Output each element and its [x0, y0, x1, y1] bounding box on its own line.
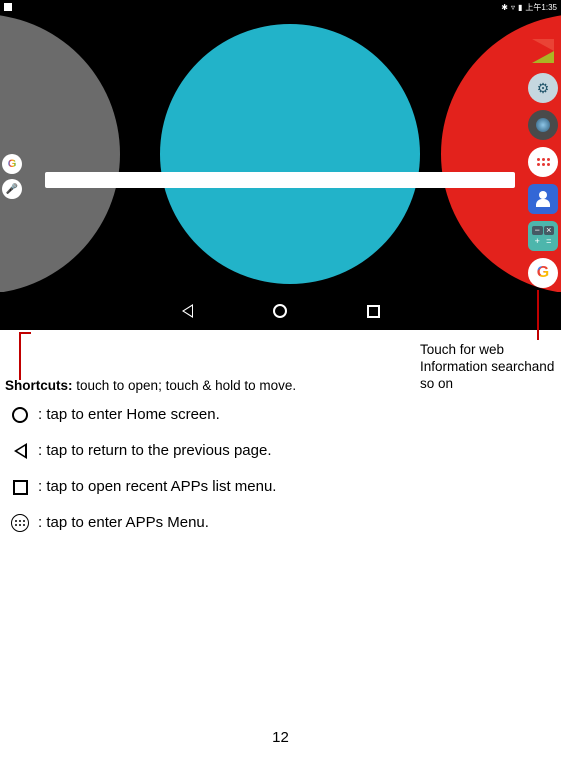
shortcuts-desc: touch to open; touch & hold to move.	[73, 378, 297, 393]
navigation-bar	[0, 292, 561, 330]
settings-icon[interactable]: ⚙	[528, 73, 558, 103]
explain-recent: : tap to open recent APPs list menu.	[10, 477, 276, 497]
calculator-icon[interactable]: −×+=	[528, 221, 558, 251]
device-screenshot: ✱ ▿ ▮ 上午1:35 G 🎤 ⚙ −×+= G	[0, 0, 561, 330]
notification-icon	[4, 3, 12, 11]
bluetooth-icon: ✱	[501, 3, 508, 12]
wifi-icon: ▿	[511, 3, 515, 12]
search-bar[interactable]	[45, 172, 515, 188]
clock-text: 上午1:35	[525, 2, 557, 13]
nav-explanations: : tap to enter Home screen. : tap to ret…	[10, 405, 276, 549]
callout-touch-for-web: Touch for web Information searchand so o…	[420, 342, 561, 393]
apps-menu-icon[interactable]	[528, 147, 558, 177]
home-circle-icon	[10, 405, 30, 425]
explain-back: : tap to return to the previous page.	[10, 441, 276, 461]
contacts-icon[interactable]	[528, 184, 558, 214]
vertical-dock: ⚙ −×+= G	[528, 36, 558, 288]
explain-apps: : tap to enter APPs Menu.	[10, 513, 276, 533]
shortcuts-label: Shortcuts:	[5, 378, 73, 393]
camera-icon[interactable]	[528, 110, 558, 140]
callout-line-search	[537, 290, 539, 340]
nav-back-button[interactable]	[182, 304, 193, 318]
google-search-icon[interactable]: G	[2, 154, 22, 174]
home-wallpaper: G 🎤 ⚙ −×+= G	[0, 14, 561, 292]
status-bar: ✱ ▿ ▮ 上午1:35	[0, 0, 561, 14]
callout-shortcuts: Shortcuts: touch to open; touch & hold t…	[5, 378, 296, 393]
explain-apps-text: : tap to enter APPs Menu.	[38, 513, 209, 533]
explain-home-text: : tap to enter Home screen.	[38, 405, 220, 425]
callout-line-shortcuts	[19, 332, 21, 380]
apps-circle-icon	[10, 513, 30, 533]
voice-search-icon[interactable]: 🎤	[2, 179, 22, 199]
wallpaper-circle-teal	[160, 24, 420, 284]
battery-icon: ▮	[518, 3, 522, 12]
wallpaper-circle-grey	[0, 14, 120, 292]
explain-back-text: : tap to return to the previous page.	[38, 441, 271, 461]
explain-recent-text: : tap to open recent APPs list menu.	[38, 477, 276, 497]
play-store-icon[interactable]	[528, 36, 558, 66]
explain-home: : tap to enter Home screen.	[10, 405, 276, 425]
page-number: 12	[0, 729, 561, 746]
nav-home-button[interactable]	[273, 304, 287, 318]
nav-recent-button[interactable]	[367, 305, 380, 318]
recent-square-icon	[10, 477, 30, 497]
google-app-icon[interactable]: G	[528, 258, 558, 288]
back-triangle-icon	[10, 441, 30, 461]
